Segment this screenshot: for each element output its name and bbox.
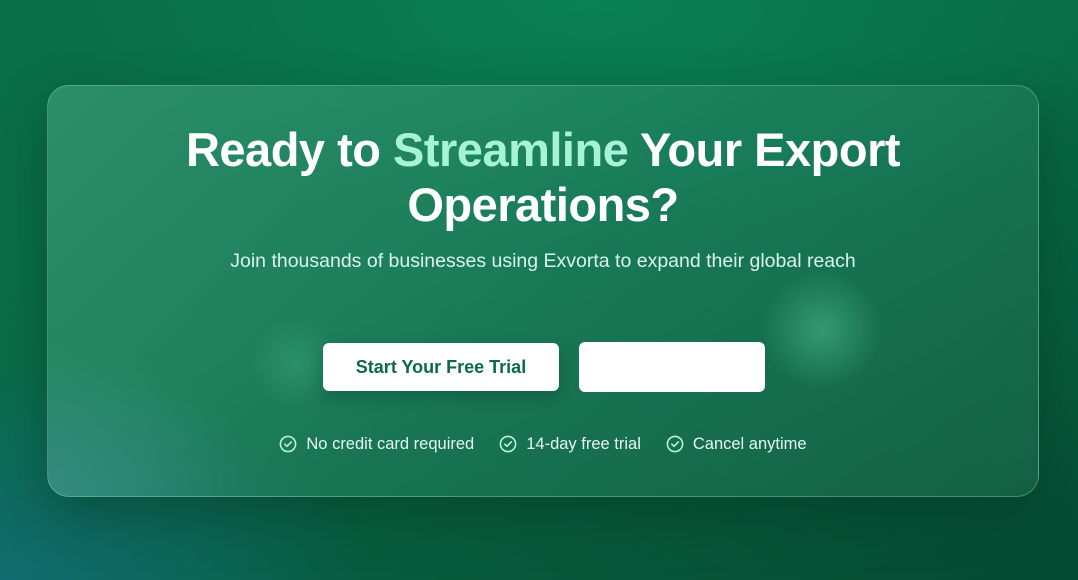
secondary-cta-button[interactable] xyxy=(579,342,765,392)
feature-free-trial: 14-day free trial xyxy=(499,433,641,455)
cta-subtitle: Join thousands of businesses using Exvor… xyxy=(230,250,856,272)
feature-cancel-anytime: Cancel anytime xyxy=(666,433,807,455)
check-circle-icon xyxy=(279,435,297,453)
feature-no-credit-card: No credit card required xyxy=(279,433,474,455)
headline-text-before: Ready to xyxy=(185,123,394,176)
feature-list: No credit card required 14-day free tria… xyxy=(48,433,1038,455)
start-free-trial-button[interactable]: Start Your Free Trial xyxy=(323,343,559,391)
headline-accent: Streamline xyxy=(393,123,629,176)
cta-headline: Ready to Streamline Your Export Operatio… xyxy=(48,122,1038,232)
check-circle-icon xyxy=(499,435,517,453)
feature-label: 14-day free trial xyxy=(526,434,641,453)
feature-label: Cancel anytime xyxy=(692,434,807,453)
cta-card: Ready to Streamline Your Export Operatio… xyxy=(47,85,1039,497)
feature-label: No credit card required xyxy=(306,434,475,453)
check-circle-icon xyxy=(666,435,684,453)
